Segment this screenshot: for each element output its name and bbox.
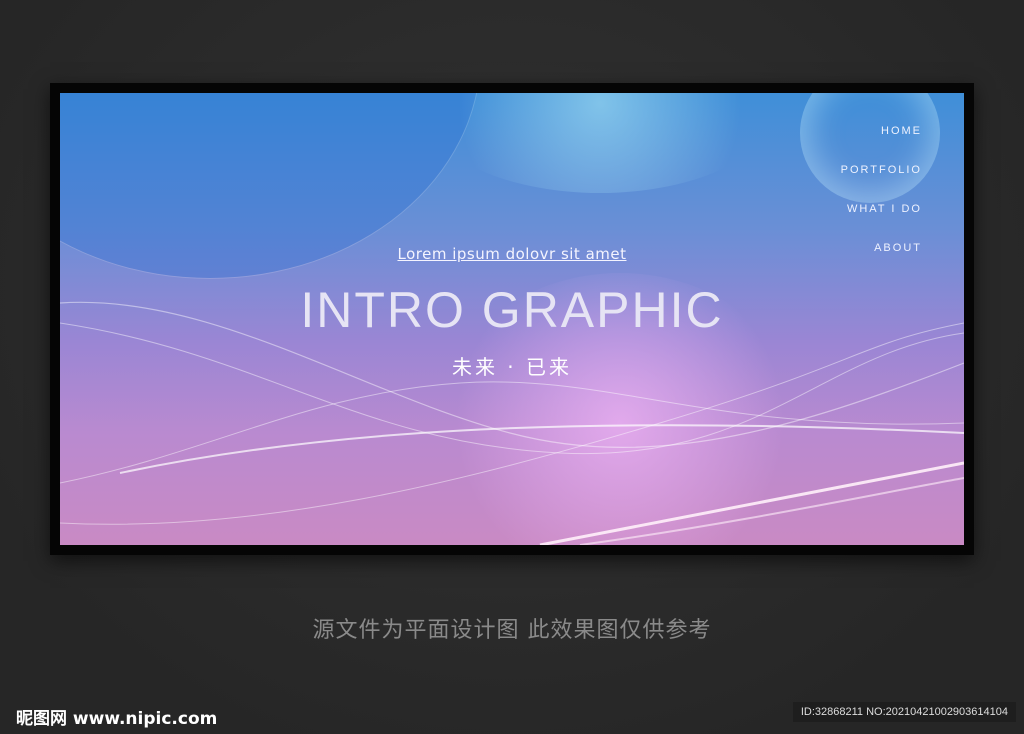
nav-what-i-do[interactable]: WHAT I DO xyxy=(841,203,922,215)
watermark-logo: 昵图网 www.nipic.com xyxy=(16,709,218,729)
subtitle-link[interactable]: Lorem ipsum dolovr sit amet xyxy=(60,245,964,263)
intro-graphic-artwork: HOME PORTFOLIO WHAT I DO ABOUT Lorem ips… xyxy=(60,93,964,545)
chinese-tagline: 未来 · 已来 xyxy=(451,355,573,379)
nav-portfolio[interactable]: PORTFOLIO xyxy=(841,164,922,176)
caption: 源文件为平面设计图 此效果图仅供参考 xyxy=(312,618,712,643)
hero-title: INTRO GRAPHIC xyxy=(300,282,724,338)
watermark-id: ID:32868211 NO:20210421002903614104 xyxy=(792,702,1016,722)
nav-home[interactable]: HOME xyxy=(841,125,922,137)
